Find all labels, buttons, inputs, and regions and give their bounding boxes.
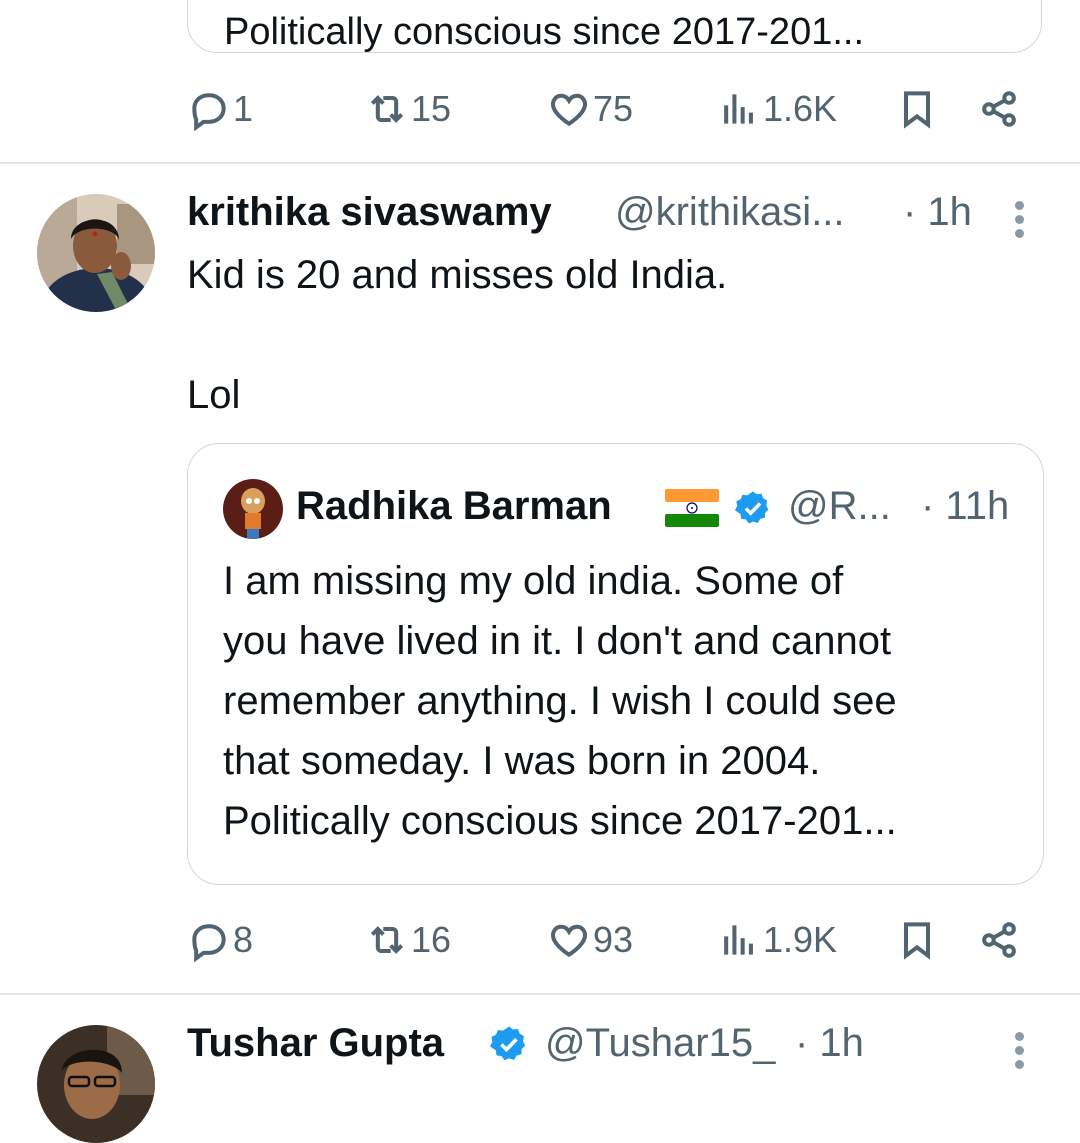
repost-count: 15 (411, 88, 452, 129)
reply-button[interactable]: 1 (187, 79, 253, 139)
author-name[interactable]: krithika sivaswamy (187, 190, 552, 235)
like-icon (550, 93, 588, 127)
tweet-divider (0, 162, 1080, 164)
repost-button[interactable]: 16 (365, 910, 451, 970)
more-icon[interactable] (1015, 1027, 1024, 1074)
next-tweet-time[interactable]: · 1h (795, 1021, 864, 1066)
like-count: 93 (593, 919, 634, 960)
views-button[interactable]: 1.6K (717, 79, 837, 139)
tweet-time[interactable]: · 1h (903, 190, 972, 235)
next-author-handle[interactable]: @Tushar15_ (545, 1021, 775, 1066)
author-handle[interactable]: @krithikasi... (615, 190, 845, 235)
views-icon (724, 925, 753, 955)
views-count: 1.6K (763, 88, 838, 129)
previous-quote-card[interactable]: Politically conscious since 2017-201... (187, 0, 1042, 53)
bookmark-icon (903, 922, 931, 960)
reply-count: 8 (233, 919, 254, 960)
reply-icon (192, 93, 226, 131)
repost-icon (370, 95, 404, 123)
quoted-tweet-card[interactable]: Radhika Barman @R... · 11h I am missing … (187, 443, 1044, 885)
tweet-text-line2: Lol (187, 373, 241, 417)
quoted-text-line: Politically conscious since 2017-201... (223, 799, 897, 843)
tweet-divider (0, 993, 1080, 995)
repost-icon (370, 926, 404, 954)
reply-icon (192, 924, 226, 962)
share-button[interactable] (977, 79, 1021, 139)
repost-count: 16 (411, 919, 452, 960)
bookmark-icon (903, 91, 931, 129)
reply-button[interactable]: 8 (187, 910, 253, 970)
like-count: 75 (593, 88, 634, 129)
tweet-text-line1: Kid is 20 and misses old India. (187, 253, 728, 297)
previous-quote-text: Politically conscious since 2017-201... (224, 11, 865, 53)
next-author-name[interactable]: Tushar Gupta (187, 1021, 444, 1066)
tweet-actions: 8 16 93 1.9K (187, 910, 1047, 970)
like-button[interactable]: 93 (547, 910, 633, 970)
more-icon[interactable] (1015, 196, 1024, 243)
quoted-tweet-time[interactable]: · 11h (921, 484, 1009, 529)
quoted-text-line: that someday. I was born in 2004. (223, 739, 821, 783)
avatar[interactable] (37, 194, 155, 312)
previous-tweet-actions: 1 15 75 1.6K (187, 79, 1047, 139)
quoted-author-handle[interactable]: @R... (788, 484, 891, 529)
verified-badge-icon (489, 1024, 529, 1064)
india-flag-icon (665, 489, 719, 527)
next-tweet-avatar[interactable] (37, 1025, 155, 1143)
share-icon (982, 91, 1016, 127)
like-button[interactable]: 75 (547, 79, 633, 139)
views-button[interactable]: 1.9K (717, 910, 837, 970)
like-icon (550, 924, 588, 958)
reply-count: 1 (233, 88, 254, 129)
quoted-text-line: I am missing my old india. Some of (223, 559, 844, 603)
bookmark-button[interactable] (895, 79, 939, 139)
quoted-author-avatar[interactable] (223, 479, 283, 539)
quoted-text-line: remember anything. I wish I could see (223, 679, 897, 723)
share-button[interactable] (977, 910, 1021, 970)
bookmark-button[interactable] (895, 910, 939, 970)
verified-badge-icon (734, 489, 772, 527)
share-icon (982, 922, 1016, 958)
repost-button[interactable]: 15 (365, 79, 451, 139)
quoted-author-name[interactable]: Radhika Barman (296, 484, 612, 529)
quoted-text-line: you have lived in it. I don't and cannot (223, 619, 892, 663)
views-icon (724, 94, 753, 124)
views-count: 1.9K (763, 919, 838, 960)
